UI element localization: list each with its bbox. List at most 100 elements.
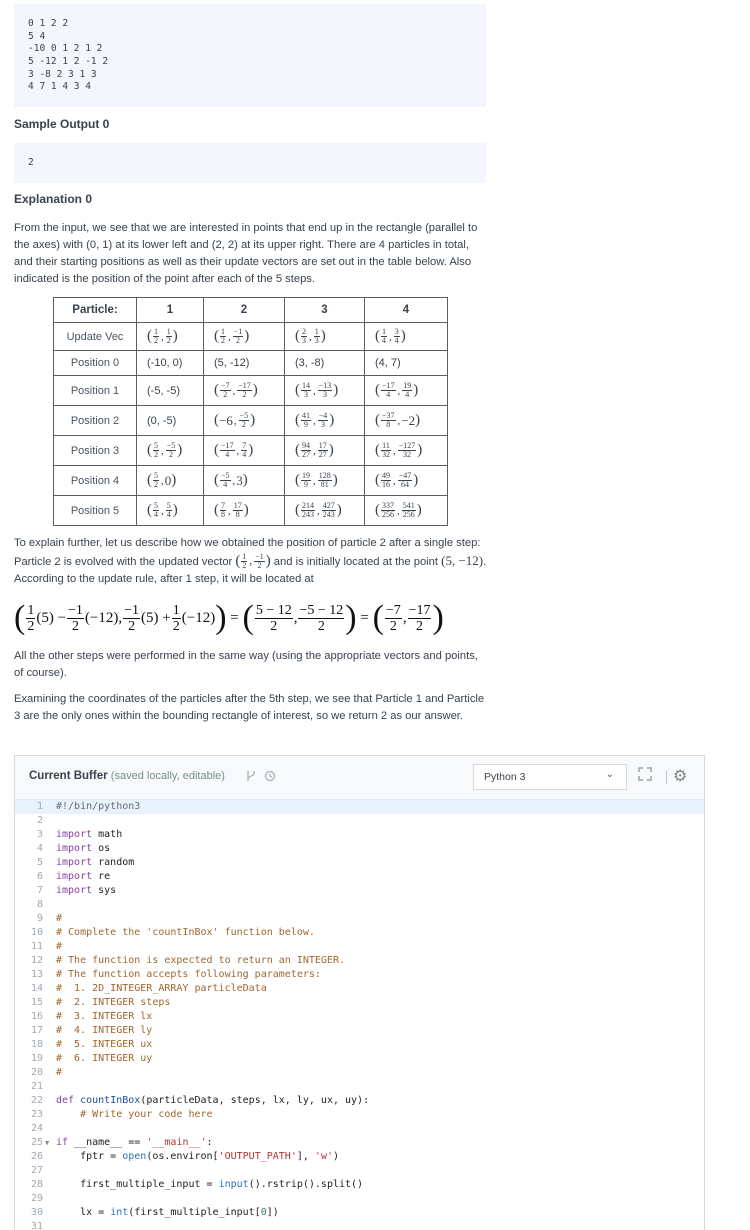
code-text: import os <box>56 843 111 854</box>
line-number: 9 <box>36 913 43 924</box>
code-line[interactable]: 9 # <box>15 912 704 926</box>
code-area[interactable]: 1 #!/bin/python3 2 3 import math 4 import os 5 i… <box>15 800 704 1230</box>
code-text: # 3. INTEGER lx <box>56 1011 153 1022</box>
code-line[interactable]: 10 # Complete the 'countInBox' function b… <box>15 926 704 940</box>
code-line[interactable]: 18 # 5. INTEGER ux <box>15 1038 704 1052</box>
code-editor: Current Buffer (saved locally, editable)… <box>14 755 705 1230</box>
table-row: Position 0 (-10, 0) (5, -12) (3, -8) (4, 7) <box>53 350 448 376</box>
code-line[interactable]: 24 <box>15 1122 704 1136</box>
history-icon[interactable] <box>264 770 276 785</box>
code-line[interactable]: 21 <box>15 1080 704 1094</box>
code-line[interactable]: 16 # 3. INTEGER lx <box>15 1010 704 1024</box>
code-line[interactable]: 17 # 4. INTEGER ly <box>15 1024 704 1038</box>
explanation-paragraph-1: From the input, we see that we are inter… <box>14 222 478 285</box>
code-text: import sys <box>56 885 117 896</box>
buffer-title: Current Buffer (saved locally, editable) <box>29 770 225 782</box>
line-number: 23 <box>30 1109 43 1120</box>
table-cell: (7 8, 17 8) <box>203 495 285 526</box>
row-label: Position 5 <box>53 495 137 526</box>
code-line[interactable]: 20 # <box>15 1066 704 1080</box>
line-number: 31 <box>30 1221 43 1230</box>
line-number: 12 <box>30 955 43 966</box>
code-line[interactable]: 23 # Write your code here <box>15 1108 704 1122</box>
sample-output-block: 2 <box>14 143 486 183</box>
particle-table: Particle: 1 2 3 4 Update Vec(1 2, 1 2)(1 2, −1 2)(… <box>53 297 448 526</box>
code-line[interactable]: 27 <box>15 1164 704 1178</box>
sample-input-line: 5 4 <box>28 30 46 42</box>
line-number: 6 <box>36 871 43 882</box>
line-number: 10 <box>30 927 43 938</box>
row-label: Update Vec <box>53 322 137 351</box>
code-text: # 1. 2D_INTEGER_ARRAY particleData <box>56 983 267 994</box>
code-line[interactable]: 1 #!/bin/python3 <box>15 800 704 814</box>
line-number: 25 <box>30 1137 43 1148</box>
code-line[interactable]: 29 <box>15 1192 704 1206</box>
table-row: Position 5(5 4, 5 4)(7 8, 17 8)(214 243, 427 243)… <box>53 495 448 526</box>
line-number: 5 <box>36 857 43 868</box>
line-number: 22 <box>30 1095 43 1106</box>
branch-icon[interactable] <box>246 770 256 785</box>
language-select[interactable]: Python 3 ⌄ <box>473 764 627 790</box>
table-cell: (11 32, −127 32) <box>364 435 448 466</box>
settings-icon[interactable]: ⚙ <box>673 766 687 786</box>
explanation-paragraph-4: Examining the coordinates of the particl… <box>14 693 485 722</box>
code-line[interactable]: 4 import os <box>15 842 704 856</box>
row-label: Position 2 <box>53 405 137 436</box>
code-line[interactable]: 30 lx = int(first_multiple_input[0]) <box>15 1206 704 1220</box>
table-cell: (-5, -5) <box>136 375 204 406</box>
inline-update-vector: (1 2, −1 2) <box>235 552 271 570</box>
code-text: # <box>56 1067 63 1078</box>
line-number: 21 <box>30 1081 43 1092</box>
fullscreen-icon[interactable] <box>638 767 652 784</box>
code-line[interactable]: 15 # 2. INTEGER steps <box>15 996 704 1010</box>
code-text: # 4. INTEGER ly <box>56 1025 153 1036</box>
line-number: 30 <box>30 1207 43 1218</box>
code-line[interactable]: 12 # The function is expected to return a… <box>15 954 704 968</box>
code-line[interactable]: 26 fptr = open(os.environ['OUTPUT_PATH']… <box>15 1150 704 1164</box>
sample-input-line: 0 1 2 2 <box>28 18 69 29</box>
line-number: 4 <box>36 843 43 854</box>
line-number: 11 <box>30 941 43 952</box>
table-cell: (4, 7) <box>364 350 448 376</box>
line-number: 14 <box>30 983 43 994</box>
code-text: # The function accepts following paramet… <box>56 969 321 980</box>
row-label: Position 4 <box>53 465 137 496</box>
table-cell: (5 2, −5 2) <box>136 435 204 466</box>
line-number: 20 <box>30 1067 43 1078</box>
code-line[interactable]: 22 def countInBox(particleData, steps, lx… <box>15 1094 704 1108</box>
line-number: 8 <box>36 899 43 910</box>
sample-output-value: 2 <box>28 157 34 168</box>
fold-arrow-icon[interactable]: ▼ <box>45 1136 49 1150</box>
table-cell: (41 9, −4 3) <box>284 405 365 436</box>
code-line[interactable]: 25 ▼ if __name__ == '__main__': <box>15 1136 704 1150</box>
table-cell: (1 2, 1 2) <box>136 322 204 351</box>
row-label: Position 3 <box>53 435 137 466</box>
table-header-particle: 1 <box>136 297 204 323</box>
line-number: 19 <box>30 1053 43 1064</box>
code-line[interactable]: 6 import re <box>15 870 704 884</box>
table-cell: (-10, 0) <box>136 350 204 376</box>
code-line[interactable]: 11 # <box>15 940 704 954</box>
line-number: 7 <box>36 885 43 896</box>
code-text: # 2. INTEGER steps <box>56 997 171 1008</box>
table-cell: (−7 2, −17 2) <box>203 375 285 406</box>
code-line[interactable]: 14 # 1. 2D_INTEGER_ARRAY particleData <box>15 982 704 996</box>
code-line[interactable]: 5 import random <box>15 856 704 870</box>
code-line[interactable]: 8 <box>15 898 704 912</box>
code-line[interactable]: 31 <box>15 1220 704 1230</box>
code-line[interactable]: 7 import sys <box>15 884 704 898</box>
table-cell: (49 16, −47 64) <box>364 465 448 496</box>
table-cell: (214 243, 427 243) <box>284 495 365 526</box>
sample-input-line: 5 -12 1 2 -1 2 <box>28 56 109 68</box>
update-formula: ( 1 2 (5) − −1 2 (−12), −1 2 (5) + 1 2 (−12) ) =… <box>14 599 444 636</box>
code-line[interactable]: 28 first_multiple_input = input().rstrip… <box>15 1178 704 1192</box>
code-line[interactable]: 13 # The function accepts following param… <box>15 968 704 982</box>
table-cell: (−17 4, 19 4) <box>364 375 448 406</box>
row-label: Position 0 <box>53 350 137 376</box>
code-text: def countInBox(particleData, steps, lx, … <box>56 1095 370 1106</box>
table-cell: (1 2, −1 2) <box>203 322 285 351</box>
code-line[interactable]: 3 import math <box>15 828 704 842</box>
code-line[interactable]: 19 # 6. INTEGER uy <box>15 1052 704 1066</box>
code-line[interactable]: 2 <box>15 814 704 828</box>
line-number: 26 <box>30 1151 43 1162</box>
